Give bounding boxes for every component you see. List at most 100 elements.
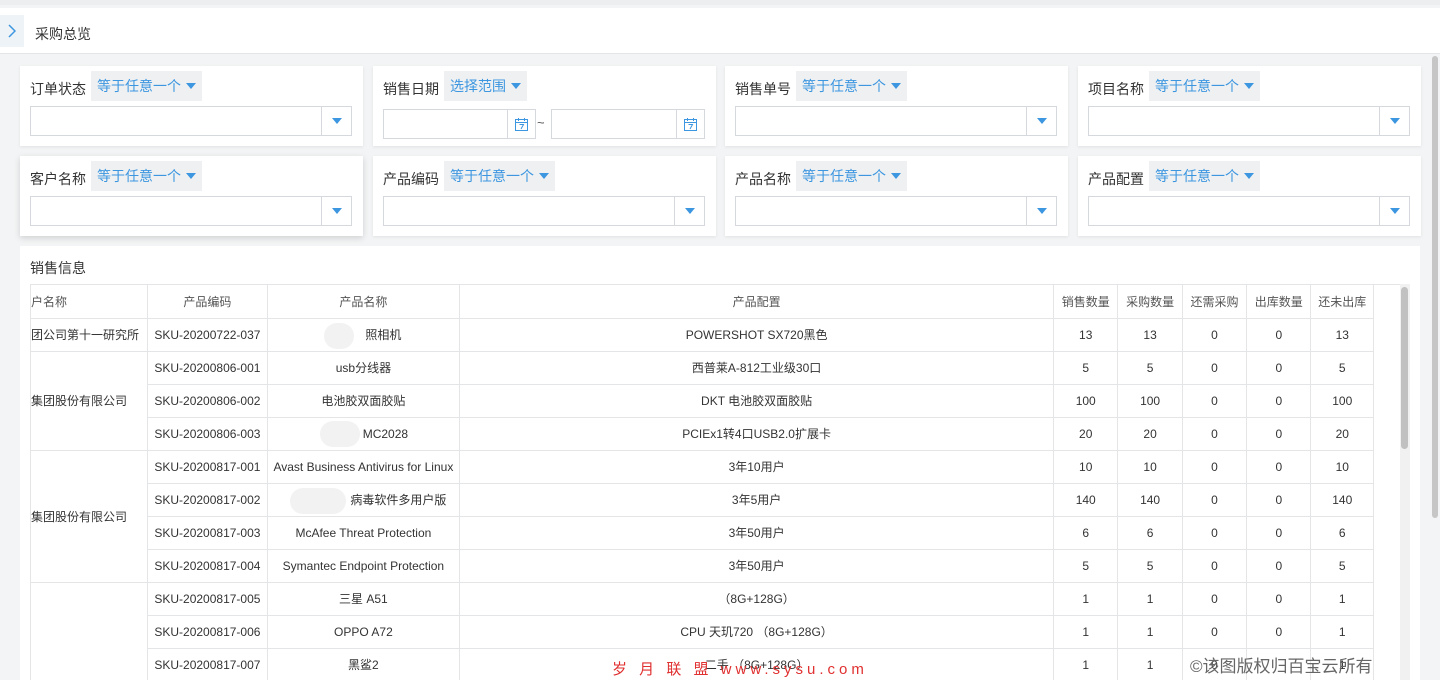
filter-operator-dropdown[interactable]: 等于任意一个 [1149,161,1260,191]
table-row[interactable]: 团公司第十一研究所 SKU-20200722-037 照相机 POWERSHOT… [31,318,1374,352]
column-header-purchase-qty[interactable]: 采购数量 [1117,285,1183,319]
page-scrollbar[interactable] [1431,56,1439,680]
purchase-qty-cell: 140 [1117,483,1183,517]
remaining-purchase-cell: 0 [1182,549,1248,583]
calendar-icon [684,117,697,131]
caret-down-icon [331,208,342,214]
column-header-product-code[interactable]: 产品编码 [147,285,268,319]
not-outbound-cell: 10 [1310,450,1374,484]
page-title: 采购总览 [35,26,91,42]
table-row[interactable]: SKU-20200817-003 McAfee Threat Protectio… [31,516,1374,550]
purchase-qty-cell: 100 [1117,384,1183,418]
caret-down-icon [1244,173,1254,179]
page-scrollbar-thumb[interactable] [1432,56,1438,518]
product-code-cell: SKU-20200817-005 [147,582,268,616]
filter-label: 客户名称 [30,171,86,187]
table-row[interactable]: 集团股份有限公司 SKU-20200817-001 Avast Business… [31,450,1374,583]
table-scrollbar-thumb[interactable] [1401,287,1408,449]
table-row[interactable]: 集团股份有限公司 SKU-20200806-001 usb分线器 西普莱A-81… [31,351,1374,451]
dropdown-button[interactable] [674,197,704,225]
table-scrollbar[interactable] [1400,284,1410,680]
column-header-customer[interactable]: 户名称 [31,285,149,319]
customer-cell [31,582,149,680]
filter-product-config: 产品配置 等于任意一个 [1078,156,1421,236]
dropdown-button[interactable] [321,197,351,225]
purchase-qty-cell: 6 [1117,516,1183,550]
purchase-qty-cell: 5 [1117,549,1183,583]
filter-select-input[interactable] [1088,196,1410,226]
filter-label: 产品配置 [1088,171,1144,187]
product-code-cell: SKU-20200722-037 [147,318,268,352]
sidebar-toggle-button[interactable] [0,15,24,47]
product-config-cell: 西普莱A-812工业级30口 [459,351,1055,385]
caret-down-icon [186,83,196,89]
filter-operator-dropdown[interactable]: 等于任意一个 [796,71,907,101]
product-code-cell: SKU-20200817-001 [147,450,268,484]
not-outbound-cell: 6 [1310,516,1374,550]
not-outbound-cell: 5 [1310,351,1374,385]
table-row[interactable]: SKU-20200817-002 病毒软件多用户版 3年5用户 140 140 … [31,483,1374,517]
remaining-purchase-cell: 0 [1182,450,1248,484]
caret-down-icon [511,83,521,89]
column-header-not-outbound[interactable]: 还未出库 [1310,285,1374,319]
site-watermark: 岁 月 联 盟 www.sysu.com [612,661,868,678]
outbound-qty-cell: 0 [1246,615,1312,649]
filter-select-input[interactable] [1088,106,1410,136]
filter-operator-dropdown[interactable]: 等于任意一个 [91,161,202,191]
sales-qty-cell: 10 [1053,450,1119,484]
outbound-qty-cell: 0 [1246,417,1312,451]
filter-sales-number: 销售单号 等于任意一个 [725,66,1068,146]
filter-customer-name: 客户名称 等于任意一个 [20,156,363,236]
filter-operator-dropdown[interactable]: 选择范围 [444,71,527,101]
dropdown-button[interactable] [1026,197,1056,225]
caret-down-icon [1036,118,1047,124]
filter-select-input[interactable] [735,106,1057,136]
filter-select-input[interactable] [735,196,1057,226]
date-end-input[interactable] [551,109,705,139]
calendar-button[interactable] [676,110,704,138]
filter-operator-dropdown[interactable]: 等于任意一个 [444,161,555,191]
dropdown-button[interactable] [321,107,351,135]
product-code-cell: SKU-20200817-007 [147,648,268,680]
sales-qty-cell: 20 [1053,417,1119,451]
not-outbound-cell: 140 [1310,483,1374,517]
table-row[interactable]: SKU-20200817-004 Symantec Endpoint Prote… [31,549,1374,583]
not-outbound-cell: 100 [1310,384,1374,418]
column-header-outbound-qty[interactable]: 出库数量 [1246,285,1312,319]
filter-operator-dropdown[interactable]: 等于任意一个 [1149,71,1260,101]
dropdown-button[interactable] [1379,197,1409,225]
filter-operator-dropdown[interactable]: 等于任意一个 [91,71,202,101]
remaining-purchase-cell: 0 [1182,351,1248,385]
dropdown-button[interactable] [1026,107,1056,135]
dropdown-button[interactable] [1379,107,1409,135]
remaining-purchase-cell: 0 [1182,615,1248,649]
filter-label: 销售日期 [383,81,439,97]
column-header-product-name[interactable]: 产品名称 [267,285,461,319]
sales-qty-cell: 1 [1053,615,1119,649]
redaction-blur [323,322,354,349]
table-row[interactable]: SKU-20200817-005 三星 A51 （8G+128G） 1 1 0 … [31,582,1374,680]
table-header-row: 户名称 产品编码 产品名称 产品配置 销售数量 采购数量 还需采购 出库数量 还… [31,285,1374,319]
caret-down-icon [1389,208,1400,214]
product-config-cell: 3年50用户 [459,516,1055,550]
product-config-cell: （8G+128G） [459,582,1055,616]
filter-operator-dropdown[interactable]: 等于任意一个 [796,161,907,191]
calendar-button[interactable] [507,110,535,138]
date-start-input[interactable] [383,109,536,139]
product-name-cell: MC2028 [267,417,461,451]
table-row[interactable]: SKU-20200806-003 MC2028 PCIEx1转4口USB2.0扩… [31,417,1374,451]
filter-select-input[interactable] [30,196,352,226]
column-header-product-config[interactable]: 产品配置 [459,285,1055,319]
filter-select-input[interactable] [383,196,705,226]
purchase-qty-cell: 20 [1117,417,1183,451]
outbound-qty-cell: 0 [1246,384,1312,418]
table-row[interactable]: SKU-20200817-006 OPPO A72 CPU 天玑720 （8G+… [31,615,1374,649]
filter-order-status: 订单状态 等于任意一个 [20,66,363,146]
sales-qty-cell: 13 [1053,318,1119,352]
remaining-purchase-cell: 0 [1182,516,1248,550]
purchase-qty-cell: 13 [1117,318,1183,352]
table-row[interactable]: SKU-20200806-002 电池胶双面胶贴 DKT 电池胶双面胶贴 100… [31,384,1374,418]
column-header-remaining-purchase[interactable]: 还需采购 [1182,285,1248,319]
column-header-sales-qty[interactable]: 销售数量 [1053,285,1119,319]
filter-select-input[interactable] [30,106,352,136]
